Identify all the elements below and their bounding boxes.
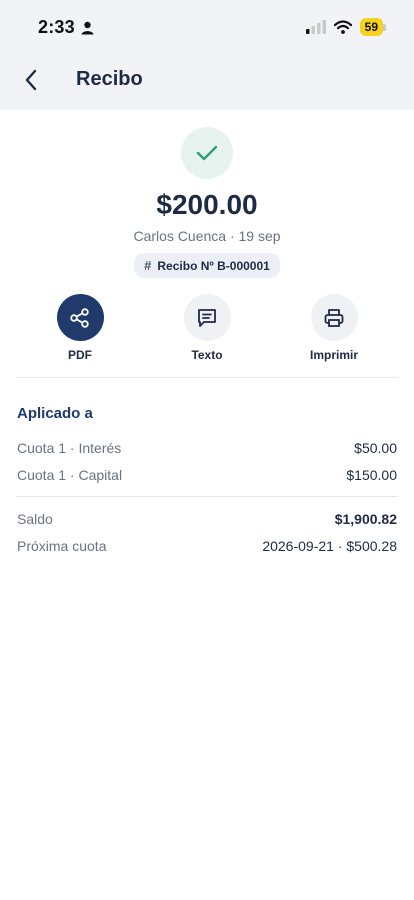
imprimir-label: Imprimir: [309, 348, 358, 362]
check-icon: [196, 145, 218, 161]
imprimir-action-circle[interactable]: [310, 294, 358, 341]
battery-tip: [383, 23, 386, 31]
applied-section-title: Aplicado a: [17, 405, 93, 422]
texto-action-circle[interactable]: [183, 294, 231, 341]
divider: [16, 377, 398, 378]
list-item: Cuota 1 · Interés $50.00: [17, 440, 397, 456]
receipt-amount: $200.00: [156, 189, 258, 220]
back-button[interactable]: [16, 64, 46, 96]
share-icon: [70, 307, 89, 328]
status-time-text: 2:33: [38, 17, 75, 37]
row-value: $50.00: [354, 440, 397, 456]
wifi-icon: [333, 20, 352, 34]
balance-value: $1,900.82: [334, 511, 397, 527]
divider: [16, 496, 398, 497]
signal-icon: [305, 20, 326, 34]
pdf-label: PDF: [68, 348, 92, 362]
top-bar: 2:33 59 Recibo: [0, 0, 414, 110]
printer-icon: [324, 308, 344, 327]
texto-label: Texto: [191, 348, 223, 362]
list-item: Cuota 1 · Capital $150.00: [17, 467, 397, 483]
next-installment-value: 2026-09-21 · $500.28: [262, 538, 397, 554]
row-label: Cuota 1 · Capital: [17, 467, 123, 483]
page-title: Recibo: [76, 68, 143, 90]
pdf-action-circle[interactable]: [56, 294, 104, 341]
balance-label: Saldo: [17, 511, 53, 527]
battery-indicator: 59: [359, 18, 386, 36]
receipt-number-chip: # Recibo Nº B-000001: [134, 253, 280, 278]
next-installment-label: Próxima cuota: [17, 538, 107, 554]
pdf-button[interactable]: PDF: [40, 294, 120, 362]
row-label: Cuota 1 · Interés: [17, 440, 122, 456]
receipt-number: Recibo Nº B-000001: [157, 258, 270, 273]
chevron-left-icon: [25, 69, 37, 91]
status-time: 2:33: [38, 17, 94, 38]
status-indicators: 59: [305, 18, 386, 36]
battery-level: 59: [359, 18, 383, 36]
texto-button[interactable]: Texto: [167, 294, 247, 362]
person-icon: [81, 21, 94, 34]
message-icon: [198, 308, 216, 327]
receipt-meta: Carlos Cuenca · 19 sep: [133, 228, 281, 244]
list-item: Saldo $1,900.82: [17, 511, 397, 527]
list-item: Próxima cuota 2026-09-21 · $500.28: [17, 538, 397, 554]
success-badge: [181, 127, 233, 179]
hash-icon: #: [144, 258, 152, 273]
imprimir-button[interactable]: Imprimir: [294, 294, 374, 362]
row-value: $150.00: [346, 467, 397, 483]
